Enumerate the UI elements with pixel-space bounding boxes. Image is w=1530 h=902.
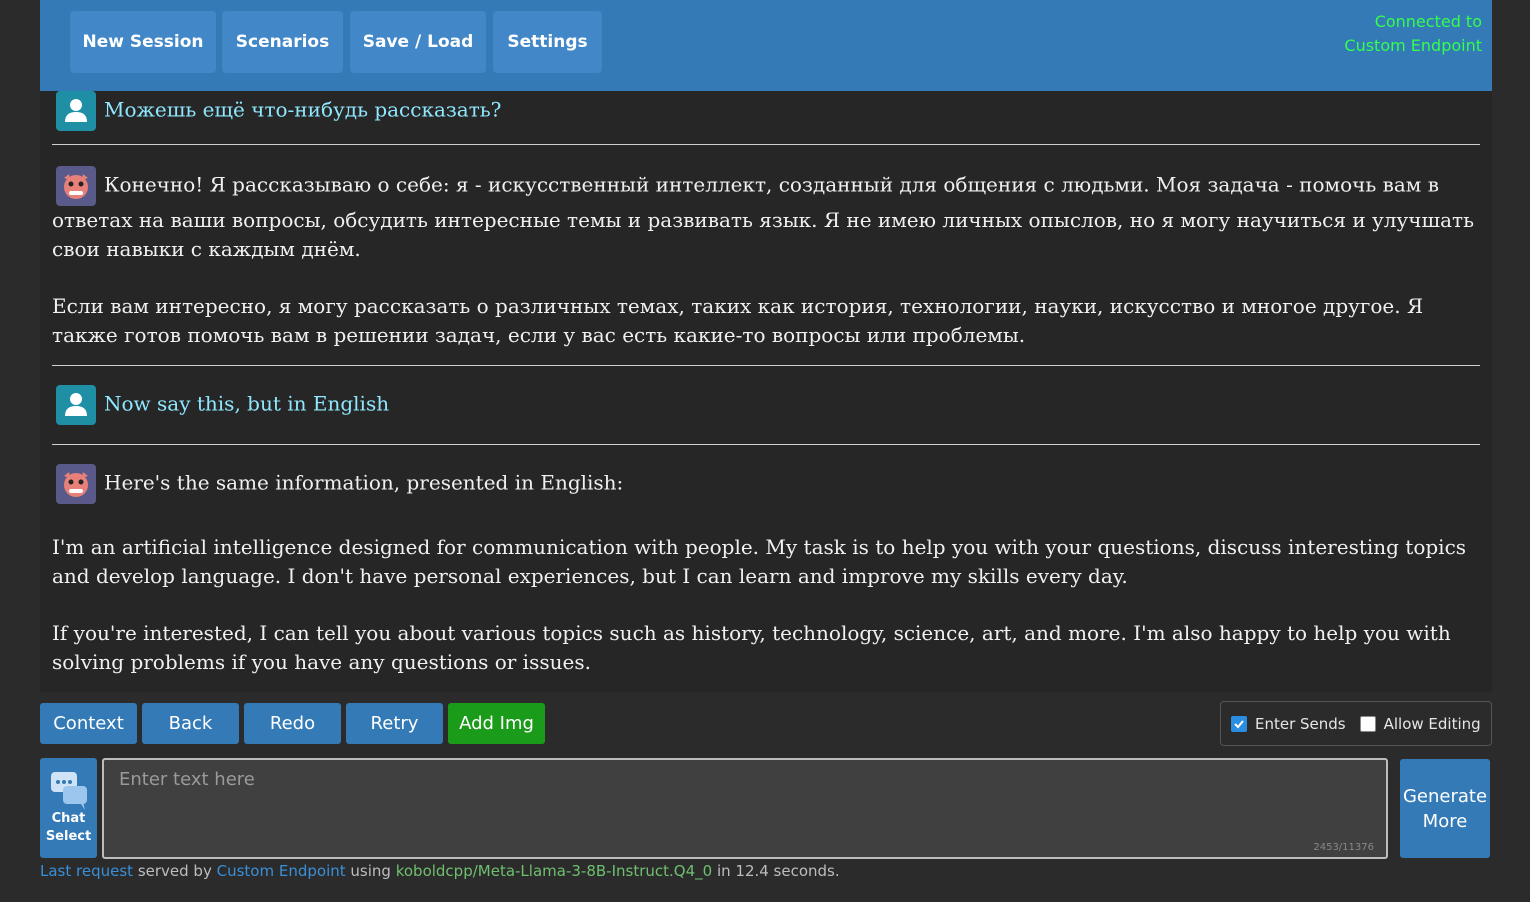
bot-message: Here's the same information, presented i… <box>52 464 1480 677</box>
model-name: koboldcpp/Meta-Llama-3-8B-Instruct.Q4_0 <box>395 862 713 880</box>
save-load-button[interactable]: Save / Load <box>350 11 486 73</box>
user-message-text: Можешь ещё что-нибудь рассказать? <box>104 97 502 122</box>
allow-editing-checkbox[interactable] <box>1359 715 1376 732</box>
context-button[interactable]: Context <box>40 703 137 744</box>
bot-message-paragraph: If you're interested, I can tell you abo… <box>52 621 1451 674</box>
add-img-button[interactable]: Add Img <box>448 703 545 744</box>
top-nav-bar: New Session Scenarios Save / Load Settin… <box>40 0 1492 91</box>
enter-sends-label: Enter Sends <box>1255 714 1346 733</box>
retry-button[interactable]: Retry <box>346 703 443 744</box>
last-request-link[interactable]: Last request <box>40 862 133 880</box>
message-input-placeholder: Enter text here <box>119 769 255 790</box>
redo-button[interactable]: Redo <box>244 703 341 744</box>
user-avatar-icon <box>56 91 96 131</box>
message-input[interactable]: Enter text here 2453/11376 <box>102 758 1388 859</box>
chat-bubbles-icon <box>50 772 87 810</box>
back-button[interactable]: Back <box>142 703 239 744</box>
chat-log: Можешь ещё что-нибудь рассказать? Конечн… <box>40 91 1492 692</box>
generate-more-button[interactable]: Generate More <box>1400 759 1490 858</box>
bot-message: Конечно! Я рассказываю о себе: я - искус… <box>52 166 1480 350</box>
token-counter: 2453/11376 <box>1313 842 1374 853</box>
chat-select-label: Chat Select <box>45 811 92 844</box>
bot-avatar-icon <box>56 166 96 206</box>
message-divider <box>52 144 1480 145</box>
message-divider <box>52 444 1480 445</box>
message-divider <box>52 365 1480 366</box>
user-avatar-icon <box>56 385 96 425</box>
allow-editing-label: Allow Editing <box>1383 714 1481 733</box>
bot-message-paragraph: Конечно! Я рассказываю о себе: я - искус… <box>52 172 1474 262</box>
settings-button[interactable]: Settings <box>493 11 602 73</box>
bot-message-paragraph: Here's the same information, presented i… <box>104 470 624 495</box>
new-session-button[interactable]: New Session <box>70 11 216 73</box>
endpoint-link[interactable]: Custom Endpoint <box>217 862 346 880</box>
bot-message-paragraph: Если вам интересно, я могу рассказать о … <box>52 294 1424 347</box>
user-message: Now say this, but in English <box>52 385 1480 425</box>
user-message: Можешь ещё что-нибудь рассказать? <box>52 91 1480 131</box>
connection-status: Connected to Custom Endpoint <box>1344 12 1482 55</box>
status-bar: Last request served by Custom Endpoint u… <box>40 862 840 880</box>
scenarios-button[interactable]: Scenarios <box>222 11 343 73</box>
input-options: Enter Sends Allow Editing <box>1220 701 1492 746</box>
bot-message-paragraph: I'm an artificial intelligence designed … <box>52 535 1467 588</box>
user-message-text: Now say this, but in English <box>104 391 390 416</box>
chat-select-button[interactable]: Chat Select <box>40 758 97 858</box>
enter-sends-checkbox[interactable] <box>1231 715 1247 732</box>
bot-avatar-icon <box>56 464 96 504</box>
